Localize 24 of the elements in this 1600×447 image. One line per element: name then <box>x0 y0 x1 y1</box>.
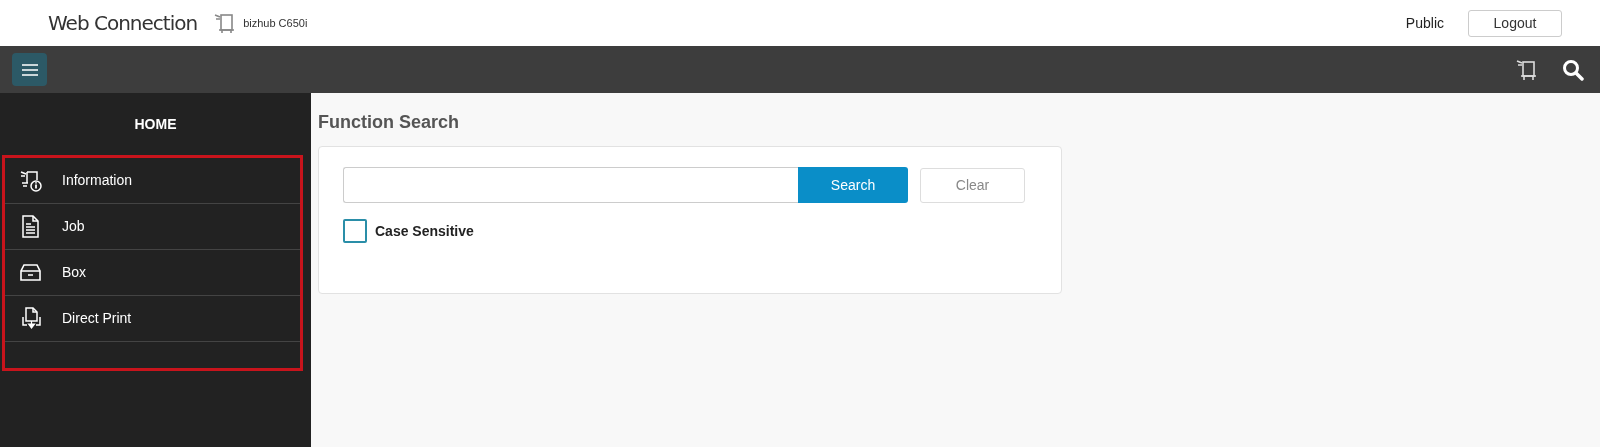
menu-item[interactable]: Information <box>62 170 133 191</box>
clear-button[interactable]: Clear <box>920 167 1025 203</box>
user-label: Public <box>1405 13 1444 33</box>
checkbox[interactable] <box>343 219 367 243</box>
search-field[interactable] <box>343 167 798 203</box>
menu-item[interactable]: Job <box>62 216 85 237</box>
search-icon[interactable] <box>1562 58 1584 81</box>
menu-icon <box>21 63 38 76</box>
document-icon <box>19 215 42 238</box>
drawer-icon <box>19 261 42 284</box>
search-button[interactable]: Search <box>798 167 908 203</box>
printer-info-icon <box>19 169 42 192</box>
section-title: Function Search <box>318 111 461 134</box>
menu-button[interactable] <box>12 53 47 86</box>
printer-icon[interactable] <box>1516 57 1538 82</box>
sidebar-heading: HOME <box>134 114 177 134</box>
document-download-icon <box>19 307 42 330</box>
app-title: Web Connection <box>48 10 198 37</box>
menu-item[interactable]: Direct Print <box>62 308 132 329</box>
logout-button[interactable]: Logout <box>1468 9 1562 37</box>
device-name: bizhub C650i <box>243 15 308 31</box>
checkbox-label[interactable]: Case Sensitive <box>375 220 474 242</box>
menu-item[interactable]: Box <box>62 262 87 283</box>
printer-icon <box>213 12 236 34</box>
